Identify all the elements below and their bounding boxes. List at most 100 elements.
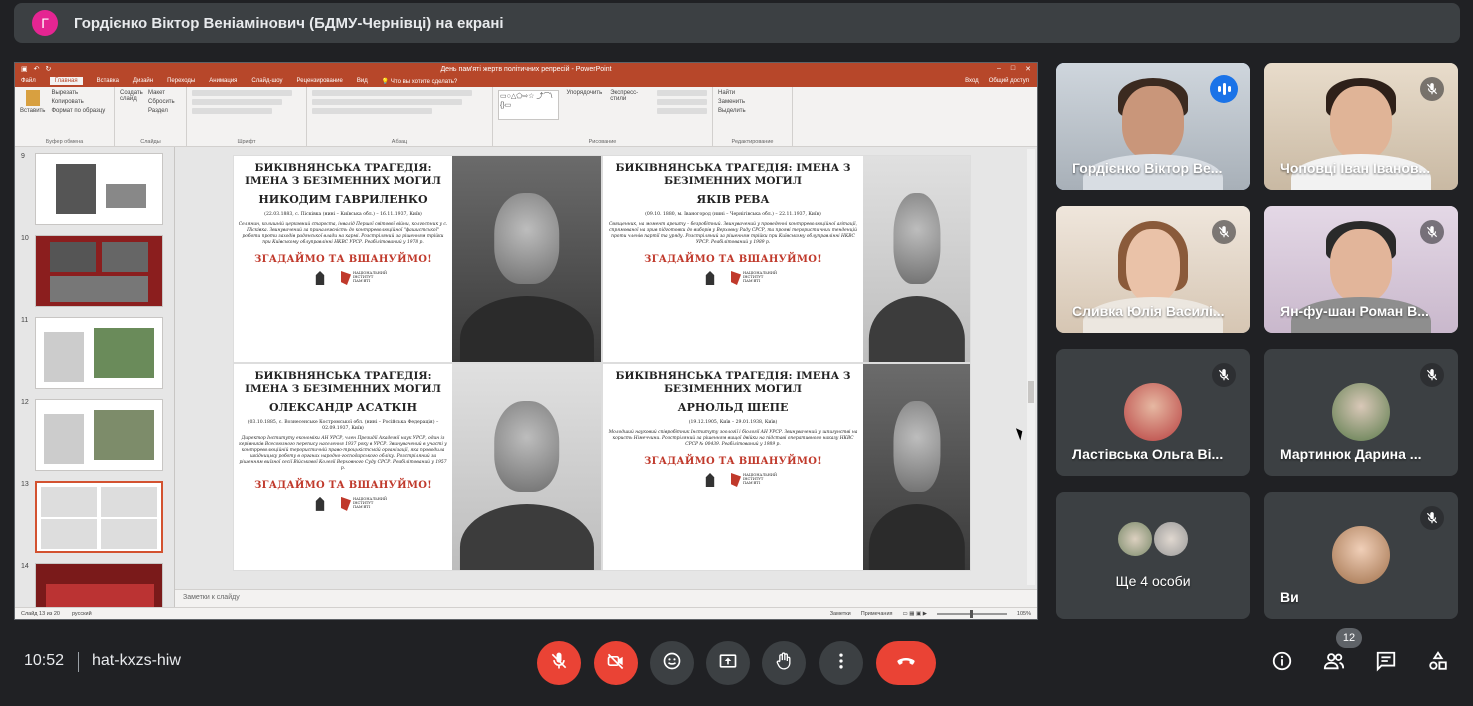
memorial-logo-icon xyxy=(705,270,715,285)
tab-view[interactable]: Вид xyxy=(357,78,368,84)
participant-name: Сливка Юлія Василі... xyxy=(1072,303,1225,319)
participant-tile-overflow[interactable]: Ще 4 особи xyxy=(1056,492,1250,619)
ribbon-group-paragraph: Абзац xyxy=(307,87,493,146)
ribbon-group-label: Слайды xyxy=(140,139,161,145)
slide-number: 14 xyxy=(21,563,29,570)
tab-animations[interactable]: Анимация xyxy=(209,78,237,84)
institute-logo: НАЦІОНАЛЬНИЙ ІНСТИТУТ ПАМ'ЯТІ xyxy=(731,473,778,488)
memorial-logo-icon xyxy=(315,496,325,511)
close-icon[interactable]: ✕ xyxy=(1025,65,1031,73)
meeting-code[interactable]: hat-kxzs-hiw xyxy=(92,652,181,670)
slide-thumbnail[interactable]: 14 xyxy=(21,563,169,607)
align-buttons[interactable] xyxy=(312,99,462,105)
new-slide-button[interactable]: Создать слайд xyxy=(120,90,144,114)
ribbon-group-editing: Найти Заменить Выделить Редактирование xyxy=(713,87,793,146)
more-options-button[interactable] xyxy=(819,641,863,685)
tab-insert[interactable]: Вставка xyxy=(97,78,119,84)
participant-tile[interactable]: Ластівська Ольга Ві... xyxy=(1056,349,1250,476)
ribbon-group-label: Шрифт xyxy=(237,139,256,145)
slide-thumbnail[interactable]: 12 xyxy=(21,399,169,473)
tab-design[interactable]: Дизайн xyxy=(133,78,153,84)
view-buttons[interactable]: ▭ ▦ ▣ ▶ xyxy=(903,611,927,617)
ribbon-group-label: Буфер обмена xyxy=(45,139,84,145)
activities-button[interactable] xyxy=(1423,648,1453,678)
layout-button[interactable]: Макет xyxy=(148,90,175,96)
avatar xyxy=(1332,383,1390,441)
mic-off-icon xyxy=(1212,220,1236,244)
meeting-details-button[interactable] xyxy=(1267,648,1297,678)
tab-slideshow[interactable]: Слайд-шоу xyxy=(251,78,282,84)
replace-button[interactable]: Заменить xyxy=(718,99,787,105)
slide-number: 11 xyxy=(21,317,29,324)
slide-thumbnail[interactable]: 9 xyxy=(21,153,169,227)
paragraph-buttons[interactable] xyxy=(312,90,472,96)
notes-pane[interactable]: Заметки к слайду xyxy=(175,589,1037,607)
card-logos: НАЦІОНАЛЬНИЙ ІНСТИТУТ ПАМ'ЯТІ xyxy=(607,473,859,488)
zoom-slider[interactable] xyxy=(936,609,1007,618)
participant-name: Ластівська Ольга Ві... xyxy=(1072,446,1224,462)
participant-tile[interactable]: Ян-фу-шан Роман В... xyxy=(1264,206,1458,333)
institute-logo-text: НАЦІОНАЛЬНИЙ ІНСТИТУТ ПАМ'ЯТІ xyxy=(743,473,778,485)
slide-thumbnail-selected[interactable]: 13 xyxy=(21,481,169,555)
notes-toggle[interactable]: Заметки xyxy=(830,611,851,617)
institute-logo-text: НАЦІОНАЛЬНИЙ ІНСТИТУТ ПАМ'ЯТІ xyxy=(743,271,778,283)
slide-scrollbar[interactable] xyxy=(1027,149,1035,585)
section-button[interactable]: Раздел xyxy=(148,108,175,114)
divider xyxy=(78,652,79,672)
camera-toggle-button[interactable] xyxy=(594,641,638,685)
paste-button[interactable]: Вставить xyxy=(20,90,45,114)
participant-tile[interactable]: Гордієнко Віктор Ве... xyxy=(1056,63,1250,190)
sign-in-link[interactable]: Вход xyxy=(965,78,979,84)
leave-call-button[interactable] xyxy=(876,641,936,685)
arrange-button[interactable]: Упорядочить xyxy=(567,90,603,120)
zoom-level[interactable]: 105% xyxy=(1017,611,1031,617)
tab-file[interactable]: Файл xyxy=(21,78,36,84)
font-color-buttons[interactable] xyxy=(192,108,272,114)
card-logos: НАЦІОНАЛЬНИЙ ІНСТИТУТ ПАМ'ЯТІ xyxy=(238,270,448,285)
mic-toggle-button[interactable] xyxy=(537,641,581,685)
chat-button[interactable] xyxy=(1371,648,1401,678)
find-button[interactable]: Найти xyxy=(718,90,787,96)
ribbon-group-label: Абзац xyxy=(391,139,408,145)
self-tile[interactable]: Ви xyxy=(1264,492,1458,619)
tell-me-search[interactable]: 💡 Что вы хотите сделать? xyxy=(382,78,457,85)
slide-thumbnail[interactable]: 10 xyxy=(21,235,169,309)
raise-hand-button[interactable] xyxy=(762,641,806,685)
memorial-logo-icon xyxy=(315,270,325,285)
format-painter-button[interactable]: Формат по образцу xyxy=(51,108,105,114)
comments-toggle[interactable]: Примечания xyxy=(861,611,893,617)
font-name-select[interactable] xyxy=(192,90,292,96)
reset-button[interactable]: Сбросить xyxy=(148,99,175,105)
participant-tile[interactable]: Сливка Юлія Василі... xyxy=(1056,206,1250,333)
reactions-button[interactable] xyxy=(650,641,694,685)
shapes-gallery[interactable]: ▭○△⬠⇨☆ ⤴⌒\{}▭ xyxy=(498,90,559,120)
tab-review[interactable]: Рецензирование xyxy=(297,78,343,84)
quick-styles-button[interactable]: Экспресс-стили xyxy=(610,90,649,120)
smartart-button[interactable] xyxy=(312,108,432,114)
select-button[interactable]: Выделить xyxy=(718,108,787,114)
maximize-icon[interactable]: □ xyxy=(1011,65,1015,73)
language-indicator: русский xyxy=(71,610,92,617)
card-title: БИКІВНЯНСЬКА ТРАГЕДІЯ: ІМЕНА З БЕЗІМЕННИ… xyxy=(245,370,441,396)
victim-card: БИКІВНЯНСЬКА ТРАГЕДІЯ: ІМЕНА З БЕЗІМЕННИ… xyxy=(602,155,971,363)
current-slide[interactable]: БИКІВНЯНСЬКА ТРАГЕДІЯ: ІМЕНА З БЕЗІМЕННИ… xyxy=(233,155,971,571)
slide-counter: Слайд 13 из 20 xyxy=(21,610,60,617)
camera-off-icon xyxy=(606,651,626,676)
minimize-icon[interactable]: – xyxy=(997,65,1001,73)
card-logos: НАЦІОНАЛЬНИЙ ІНСТИТУТ ПАМ'ЯТІ xyxy=(607,270,859,285)
present-now-button[interactable] xyxy=(706,641,750,685)
cut-button[interactable]: Вырезать xyxy=(51,90,105,96)
ppt-body: 9 10 11 12 13 14 БИКІВНЯНСЬКА ТРАГЕДІЯ: … xyxy=(15,147,1037,607)
slide-thumbnail[interactable]: 11 xyxy=(21,317,169,391)
tab-transitions[interactable]: Переходы xyxy=(167,78,195,84)
people-button[interactable] xyxy=(1319,648,1349,678)
presenter-avatar: Г xyxy=(32,10,58,36)
tab-home[interactable]: Главная xyxy=(49,77,83,85)
share-button[interactable]: Общий доступ xyxy=(989,78,1029,84)
participant-tile[interactable]: Чоповці Іван Іванов... xyxy=(1264,63,1458,190)
portrait-photo xyxy=(863,364,970,570)
participant-tile[interactable]: Мартинюк Дарина ... xyxy=(1264,349,1458,476)
card-title: БИКІВНЯНСЬКА ТРАГЕДІЯ: ІМЕНА З БЕЗІМЕННИ… xyxy=(615,370,851,396)
font-format-buttons[interactable] xyxy=(192,99,282,105)
copy-button[interactable]: Копировать xyxy=(51,99,105,105)
